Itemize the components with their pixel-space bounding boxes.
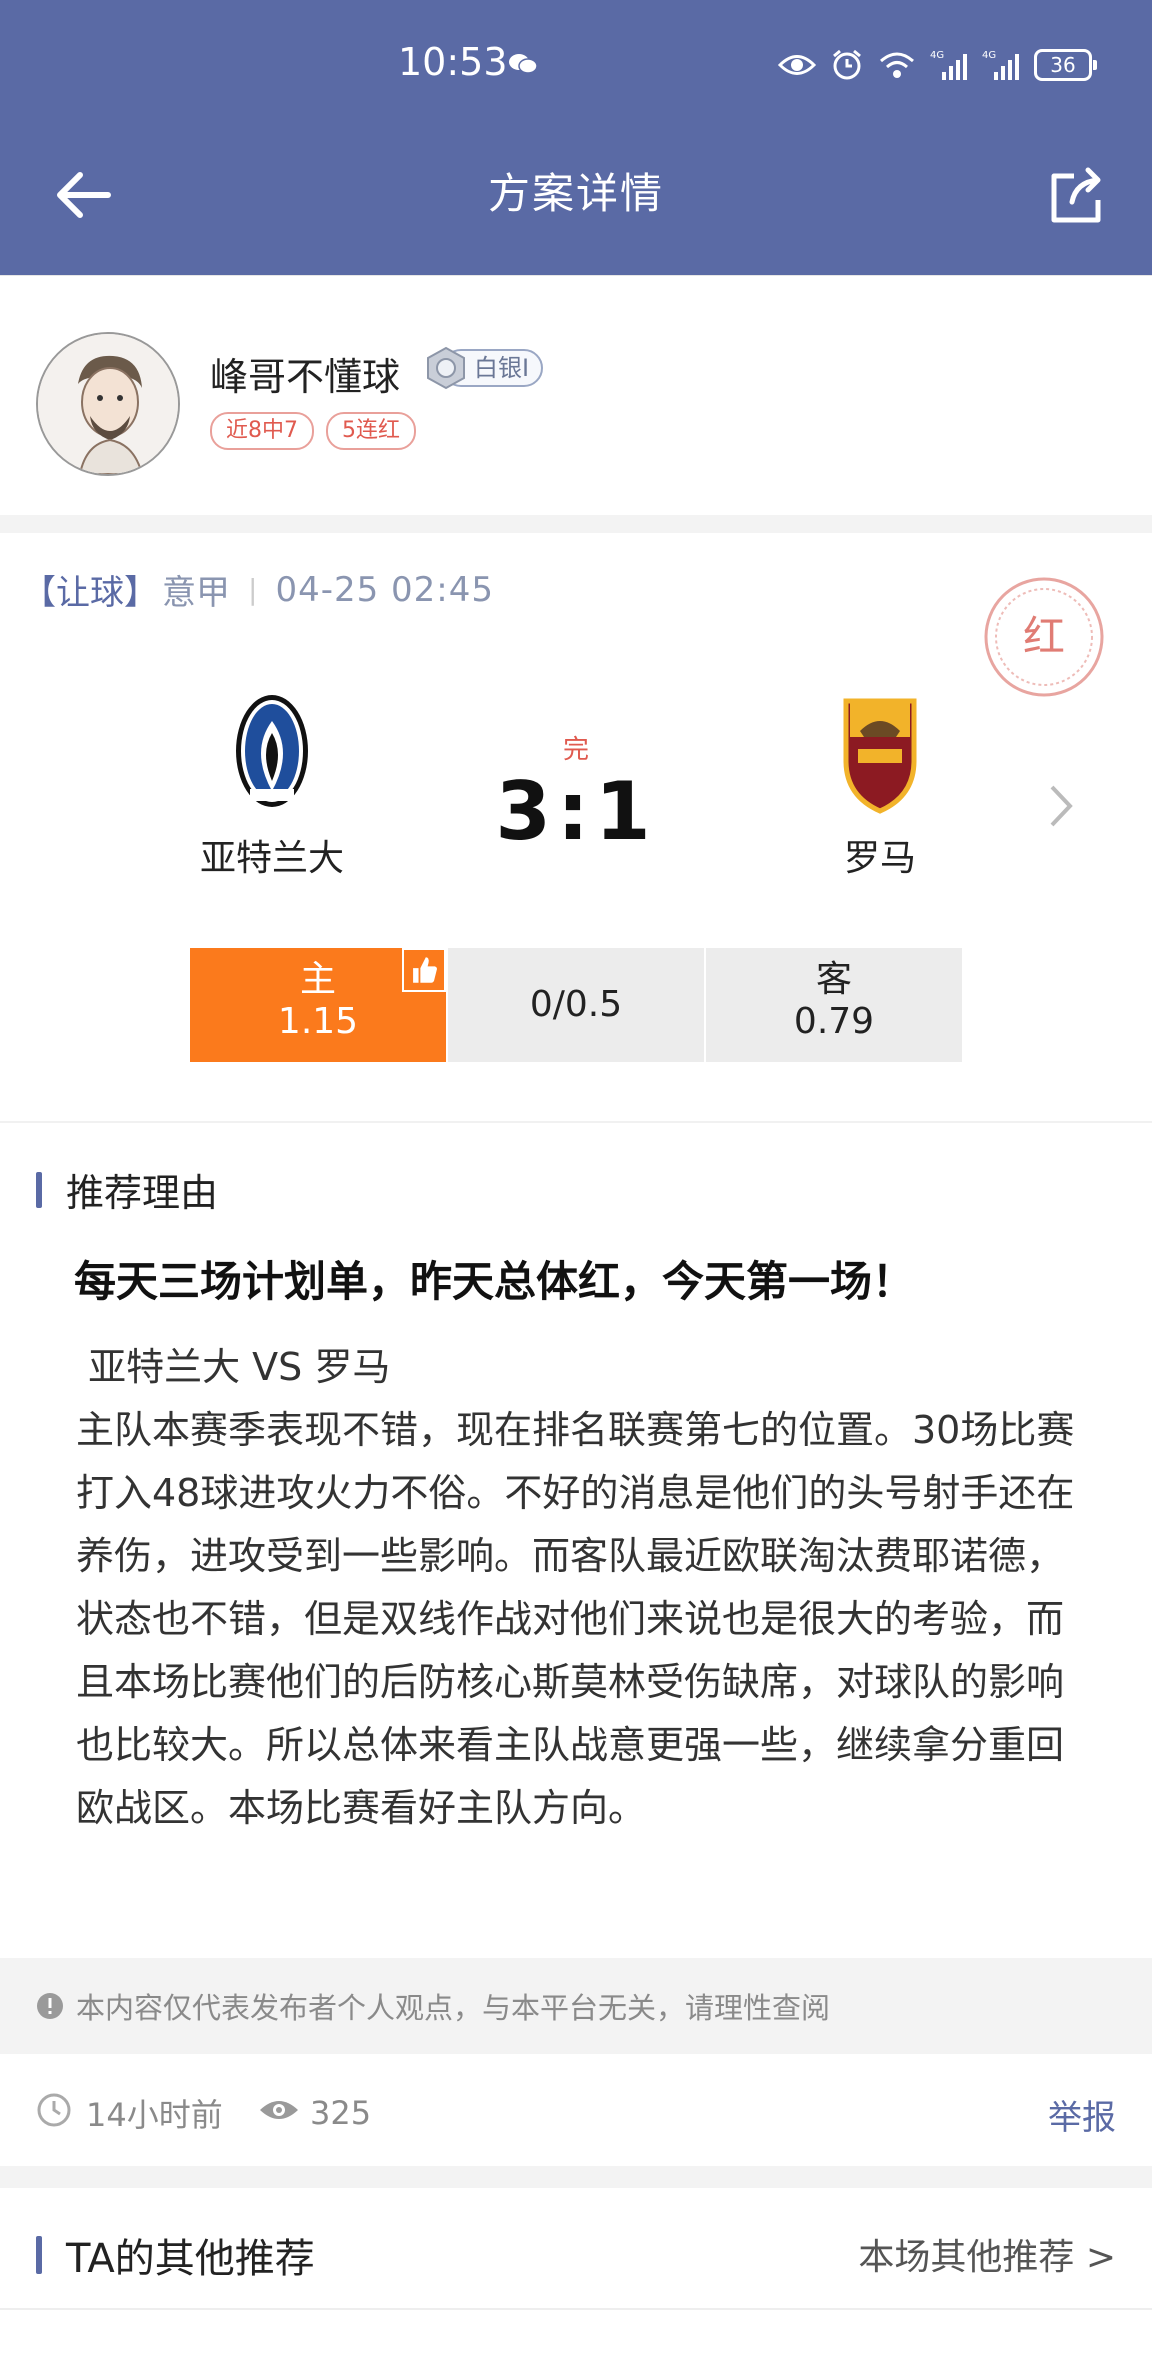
svg-text:4G: 4G [982, 50, 996, 61]
reason-section-title: 推荐理由 [36, 1162, 218, 1217]
bet-type: 【让球】 [22, 573, 158, 613]
chevron-right-icon[interactable] [1046, 781, 1076, 831]
other-title-text: TA的其他推荐 [66, 2236, 315, 2282]
thumbs-up-icon [402, 948, 446, 992]
post-meta: 14小时前 325 举报 [0, 2054, 1152, 2166]
odds-home-value: 1.15 [277, 1001, 359, 1042]
away-team[interactable]: 罗马 [750, 691, 1010, 881]
meta-separator: | [248, 573, 258, 606]
silver-medal-icon [427, 346, 465, 390]
level-badge: 白银I [424, 346, 544, 390]
eye-status-icon [778, 55, 816, 75]
red-result-stamp: 红 [984, 577, 1104, 697]
app-header: 10:53 4G 4G 36 方案详情 [0, 0, 1152, 275]
svg-text:4G: 4G [930, 50, 944, 61]
away-team-name: 罗马 [843, 838, 916, 879]
odds-away[interactable]: 客 0.79 [706, 948, 962, 1062]
stamp-text: 红 [1023, 612, 1065, 661]
odds-away-value: 0.79 [793, 1001, 875, 1042]
roma-logo-icon [843, 698, 917, 814]
reason-headline: 每天三场计划单，昨天总体红，今天第一场！ [74, 1257, 915, 1306]
title-accent-bar [36, 1171, 42, 1208]
reason-title-text: 推荐理由 [66, 1171, 219, 1215]
odds-line-value: 0/0.5 [529, 984, 623, 1025]
view-count: 325 [310, 2094, 372, 2132]
time-ago: 14小时前 [86, 2096, 223, 2134]
share-button[interactable] [1040, 162, 1110, 232]
section-gap-2 [0, 2166, 1152, 2188]
section-gap [0, 515, 1152, 533]
status-time: 10:53 [398, 40, 508, 84]
wifi-icon [880, 52, 914, 78]
avatar-image [38, 334, 178, 474]
tag-streak: 5连红 [326, 412, 416, 450]
author-name[interactable]: 峰哥不懂球 [210, 346, 400, 401]
info-icon [37, 1993, 63, 2019]
wechat-icon [509, 54, 538, 74]
signal-icon-1: 4G [930, 50, 967, 80]
eye-icon [260, 2101, 298, 2119]
odds-home[interactable]: 主 1.15 [190, 948, 446, 1062]
other-recommendations: TA的其他推荐 本场其他推荐 > [0, 2188, 1152, 2310]
disclaimer-text: 本内容仅代表发布者个人观点，与本平台无关，请理性查阅 [76, 1991, 831, 2025]
other-match-picks-link[interactable]: 本场其他推荐 > [858, 2228, 1116, 2280]
page-title: 方案详情 [487, 169, 664, 218]
battery-icon: 36 [1034, 49, 1097, 81]
report-button[interactable]: 举报 [1048, 2090, 1116, 2139]
author-section[interactable]: 峰哥不懂球 白银I 近8中7 5连红 [0, 275, 1152, 516]
odds-line: 0/0.5 [448, 948, 704, 1062]
other-title: TA的其他推荐 [36, 2226, 315, 2284]
tag-hit-rate: 近8中7 [210, 412, 314, 450]
match-meta: 【让球】 意甲 | 04-25 02:45 [22, 565, 494, 614]
status-icons: 4G 4G 36 [778, 48, 1097, 82]
odds-away-label: 客 [815, 959, 852, 1000]
avatar[interactable] [36, 332, 180, 476]
clock-icon [37, 2093, 71, 2127]
divider [0, 1121, 1152, 1123]
league-name: 意甲 [162, 573, 230, 613]
reason-body: 亚特兰大 VS 罗马 主队本赛季表现不错，现在排名联赛第七的位置。30场比赛打入… [76, 1345, 1075, 1830]
title-accent-bar [36, 2236, 42, 2274]
odds-row: 主 1.15 0/0.5 客 0.79 [190, 948, 964, 1062]
signal-icon-2: 4G [982, 50, 1019, 80]
disclaimer-bar: 本内容仅代表发布者个人观点，与本平台无关，请理性查阅 [0, 1958, 1152, 2054]
match-datetime: 04-25 02:45 [275, 569, 495, 610]
match-card: 【让球】 意甲 | 04-25 02:45 红 亚特兰大 完 3:1 罗马 主 … [0, 533, 1152, 1121]
author-tags: 近8中7 5连红 [210, 412, 416, 450]
alarm-icon [833, 49, 861, 80]
